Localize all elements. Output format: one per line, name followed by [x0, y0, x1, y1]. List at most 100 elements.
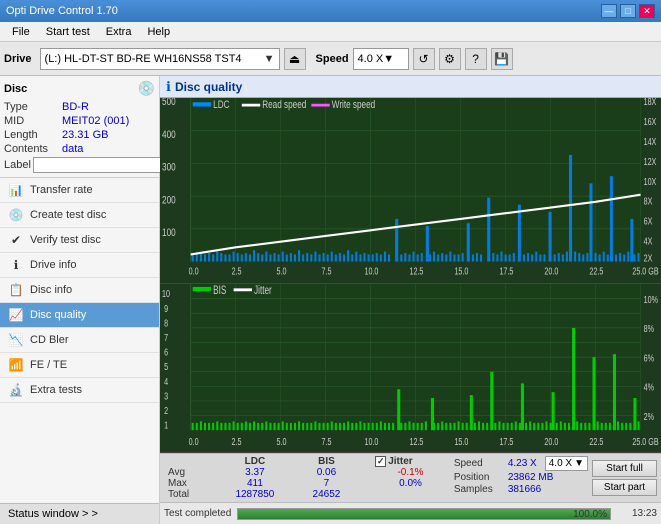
- sidebar-item-label-verify-test-disc: Verify test disc: [30, 234, 101, 246]
- charts-area: 500 400 300 200 100 18X 16X 14X 12X 10X …: [160, 98, 661, 453]
- start-full-button[interactable]: Start full: [592, 460, 657, 477]
- position-label: Position: [454, 472, 504, 483]
- position-row: Position 23862 MB: [454, 472, 588, 483]
- start-part-button[interactable]: Start part: [592, 479, 657, 496]
- max-bis: 7: [295, 478, 357, 489]
- max-row: Max 411 7 0.0%: [164, 478, 450, 489]
- svg-text:6X: 6X: [644, 215, 653, 226]
- svg-text:2: 2: [164, 405, 168, 417]
- sidebar-item-label-fe-te: FE / TE: [30, 359, 67, 371]
- disc-label-input[interactable]: [33, 157, 171, 173]
- sidebar-item-create-test-disc[interactable]: 💿 Create test disc: [0, 203, 159, 228]
- svg-text:LDC: LDC: [213, 99, 229, 112]
- speed-dropdown[interactable]: 4.0 X ▼: [545, 456, 588, 471]
- fe-te-icon: 📶: [8, 358, 24, 372]
- sidebar-item-extra-tests[interactable]: 🔬 Extra tests: [0, 378, 159, 403]
- disc-length-value: 23.31 GB: [62, 129, 108, 141]
- svg-text:400: 400: [162, 129, 176, 142]
- svg-text:12.5: 12.5: [409, 435, 423, 447]
- speed-selector[interactable]: 4.0 X ▼: [353, 48, 409, 70]
- sidebar: Disc 💿 Type BD-R MID MEIT02 (001) Length…: [0, 76, 160, 524]
- disc-panel: Disc 💿 Type BD-R MID MEIT02 (001) Length…: [0, 76, 159, 178]
- content-area: ℹ Disc quality: [160, 76, 661, 524]
- svg-text:Read speed: Read speed: [262, 99, 306, 112]
- svg-text:0.0: 0.0: [189, 435, 199, 447]
- disc-contents-value: data: [62, 143, 83, 155]
- sidebar-item-cd-bler[interactable]: 📉 CD Bler: [0, 328, 159, 353]
- disc-quality-header-icon: ℹ: [166, 79, 171, 95]
- maximize-button[interactable]: □: [620, 4, 636, 18]
- sidebar-item-transfer-rate[interactable]: 📊 Transfer rate: [0, 178, 159, 203]
- help-button[interactable]: ?: [465, 48, 487, 70]
- time-label: 13:23: [617, 508, 657, 519]
- drive-info-icon: ℹ: [8, 258, 24, 272]
- status-window-label: Status window > >: [8, 508, 98, 520]
- status-window-button[interactable]: Status window > >: [0, 503, 159, 524]
- disc-info-icon: 📋: [8, 283, 24, 297]
- svg-text:10.0: 10.0: [364, 435, 378, 447]
- disc-icon: 💿: [138, 80, 155, 97]
- sidebar-item-disc-info[interactable]: 📋 Disc info: [0, 278, 159, 303]
- save-button[interactable]: 💾: [491, 48, 513, 70]
- speed-stats: Speed 4.23 X 4.0 X ▼ Position 23862 MB S…: [454, 456, 588, 500]
- disc-panel-title: Disc: [4, 83, 27, 95]
- bis-chart-svg: 10 9 8 7 6 5 4 3 2 1 10% 8% 6% 4% 2%: [160, 284, 661, 452]
- refresh-button[interactable]: ↺: [413, 48, 435, 70]
- sidebar-item-disc-quality[interactable]: 📈 Disc quality: [0, 303, 159, 328]
- speed-dropdown-value: 4.0 X: [549, 458, 572, 469]
- svg-text:200: 200: [162, 194, 176, 207]
- svg-text:25.0 GB: 25.0 GB: [632, 435, 658, 447]
- total-bis: 24652: [295, 489, 357, 500]
- speed-avg-row: Speed 4.23 X 4.0 X ▼: [454, 456, 588, 471]
- sidebar-item-verify-test-disc[interactable]: ✔ Verify test disc: [0, 228, 159, 253]
- svg-text:14X: 14X: [644, 136, 657, 147]
- svg-text:7: 7: [164, 332, 168, 344]
- drive-selector[interactable]: (L:) HL-DT-ST BD-RE WH16NS58 TST4 ▼: [40, 48, 280, 70]
- bis-chart: 10 9 8 7 6 5 4 3 2 1 10% 8% 6% 4% 2%: [160, 284, 661, 453]
- svg-text:8%: 8%: [644, 323, 654, 335]
- svg-text:3: 3: [164, 390, 168, 402]
- disc-mid-label: MID: [4, 115, 62, 127]
- svg-text:2.5: 2.5: [232, 435, 242, 447]
- disc-type-value: BD-R: [62, 101, 89, 113]
- menu-file[interactable]: File: [4, 24, 38, 40]
- svg-text:18X: 18X: [644, 98, 657, 107]
- svg-text:6%: 6%: [644, 352, 654, 364]
- sidebar-item-label-create-test-disc: Create test disc: [30, 209, 106, 221]
- menu-help[interactable]: Help: [139, 24, 178, 40]
- svg-text:4X: 4X: [644, 235, 653, 246]
- disc-length-label: Length: [4, 129, 62, 141]
- transfer-rate-icon: 📊: [8, 183, 24, 197]
- progress-percent: 100.0%: [573, 509, 607, 521]
- avg-jitter: -0.1%: [371, 467, 450, 478]
- sidebar-item-drive-info[interactable]: ℹ Drive info: [0, 253, 159, 278]
- sidebar-item-label-extra-tests: Extra tests: [30, 384, 82, 396]
- sidebar-item-fe-te[interactable]: 📶 FE / TE: [0, 353, 159, 378]
- total-row: Total 1287850 24652: [164, 489, 450, 500]
- col-jitter: ✓ Jitter: [371, 456, 450, 467]
- svg-text:1: 1: [164, 419, 168, 431]
- menubar: File Start test Extra Help: [0, 22, 661, 42]
- drive-dropdown-arrow: ▼: [264, 53, 275, 65]
- settings-button[interactable]: ⚙: [439, 48, 461, 70]
- eject-button[interactable]: ⏏: [284, 48, 306, 70]
- disc-type-label: Type: [4, 101, 62, 113]
- svg-text:16X: 16X: [644, 116, 657, 127]
- svg-text:10%: 10%: [644, 294, 658, 306]
- max-jitter: 0.0%: [371, 478, 450, 489]
- cd-bler-icon: 📉: [8, 333, 24, 347]
- disc-mid-value: MEIT02 (001): [62, 115, 129, 127]
- sidebar-item-label-disc-info: Disc info: [30, 284, 72, 296]
- menu-start-test[interactable]: Start test: [38, 24, 98, 40]
- speed-dropdown-arrow: ▼: [574, 458, 584, 469]
- position-value: 23862 MB: [508, 472, 554, 483]
- svg-text:10: 10: [162, 288, 170, 300]
- svg-text:17.5: 17.5: [499, 265, 513, 276]
- disc-contents-label: Contents: [4, 143, 62, 155]
- stats-table: LDC BIS ✓ Jitter: [164, 456, 450, 500]
- close-button[interactable]: ✕: [639, 4, 655, 18]
- minimize-button[interactable]: —: [601, 4, 617, 18]
- svg-text:Write speed: Write speed: [332, 99, 375, 112]
- menu-extra[interactable]: Extra: [98, 24, 140, 40]
- svg-text:5: 5: [164, 361, 168, 373]
